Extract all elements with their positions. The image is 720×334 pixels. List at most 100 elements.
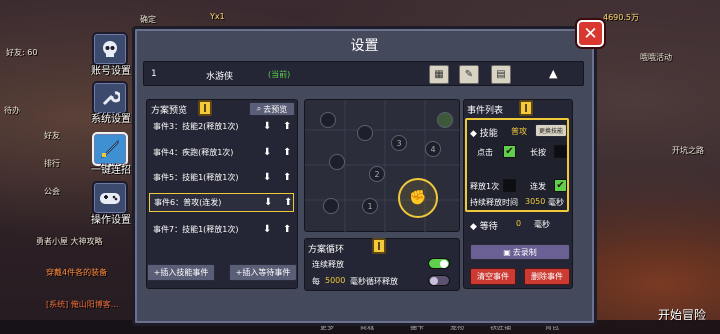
panel-title: 设置 bbox=[350, 38, 379, 54]
continuous-label: 连续释放 bbox=[312, 260, 344, 269]
sidebar-control-tile[interactable] bbox=[92, 181, 128, 215]
every-label: 每 bbox=[312, 277, 320, 286]
release-once-label: 释放1次 bbox=[470, 182, 500, 191]
clipboard-icon: ▤ bbox=[496, 69, 506, 80]
copy-plan-button[interactable]: ▤ bbox=[491, 65, 511, 84]
save-plan-button[interactable]: ▦ bbox=[429, 65, 449, 84]
expand-arrow-icon[interactable]: ▲ bbox=[549, 67, 557, 80]
road-label: 开坑之路 bbox=[672, 146, 704, 155]
map-node[interactable] bbox=[323, 198, 339, 214]
rename-plan-button[interactable]: ✎ bbox=[459, 65, 479, 84]
long-press-label: 长按 bbox=[530, 148, 546, 157]
check-icon: ✔ bbox=[505, 146, 514, 157]
chat-line: [系统] 俺山阳博客... bbox=[46, 300, 119, 309]
move-down-icon[interactable]: ⬇ bbox=[263, 172, 271, 183]
sword-icon bbox=[100, 139, 119, 158]
sidebar-item-system[interactable]: 系统设置 bbox=[86, 110, 136, 125]
plan-index: 1 bbox=[151, 69, 157, 79]
plan-name: 水游侠 bbox=[206, 72, 234, 82]
quest-label: 穿戴4件各的装备 bbox=[46, 268, 108, 277]
delete-event-button[interactable]: 删除事件 bbox=[524, 268, 570, 285]
currency-readout: 4690.5万 bbox=[603, 13, 639, 22]
duration-unit: 毫秒 bbox=[548, 198, 564, 207]
interval-input[interactable]: 5000 bbox=[325, 276, 345, 285]
skull-icon bbox=[103, 41, 117, 57]
release-once-checkbox[interactable] bbox=[503, 179, 516, 192]
insert-skill-button[interactable]: +插入技能事件 bbox=[147, 264, 215, 281]
wait-label: ◆ 等待 bbox=[470, 222, 498, 232]
move-up-icon[interactable]: ⬆ bbox=[283, 172, 291, 183]
multiplier-label: Yx1 bbox=[210, 12, 225, 21]
long-press-checkbox[interactable] bbox=[554, 145, 567, 158]
event-row-7[interactable]: 事件7：技能1(释放1次) ⬇ ⬆ bbox=[149, 220, 294, 239]
check-icon: ✔ bbox=[556, 180, 565, 191]
save-icon: ▦ bbox=[434, 69, 444, 80]
burst-checkbox[interactable]: ✔ bbox=[554, 179, 567, 192]
rank-label: 排行 bbox=[44, 159, 60, 168]
event-row-6-selected[interactable]: 事件6：普攻(连发) ⬇ ⬆ bbox=[149, 193, 294, 212]
move-up-icon[interactable]: ⬆ bbox=[284, 197, 292, 208]
duration-input[interactable]: 3050 bbox=[525, 197, 545, 206]
map-node[interactable] bbox=[320, 112, 336, 128]
plan-selector[interactable]: 1 水游侠 (当前) ▦ ✎ ▤ ▲ bbox=[143, 61, 584, 86]
magnify-icon: ⌕ bbox=[256, 104, 262, 113]
event-row-3[interactable]: 事件3：技能2(释放1次) ⬇ ⬆ bbox=[149, 117, 294, 136]
wait-input[interactable]: 0 bbox=[516, 219, 521, 228]
event-label: 哦哦活动 bbox=[640, 53, 672, 62]
record-icon: ▣ bbox=[503, 247, 511, 257]
friends-label: 好友 bbox=[44, 131, 60, 140]
close-icon: ✕ bbox=[583, 23, 598, 44]
move-up-icon[interactable]: ⬆ bbox=[283, 121, 291, 132]
move-down-icon[interactable]: ⬇ bbox=[263, 224, 271, 235]
map-node[interactable] bbox=[357, 125, 373, 141]
burst-label: 连发 bbox=[530, 182, 546, 191]
change-skill-button[interactable]: 更换技能 bbox=[535, 124, 567, 137]
controller-icon bbox=[100, 193, 120, 204]
map-node[interactable] bbox=[329, 154, 345, 170]
move-down-icon[interactable]: ⬇ bbox=[264, 197, 272, 208]
duration-label: 持续释放时间 bbox=[470, 198, 518, 207]
todo-label: 待办 bbox=[4, 106, 20, 115]
goto-preview-button[interactable]: ⌕ 去预览 bbox=[249, 102, 295, 116]
map-node-2[interactable]: 2 bbox=[369, 166, 385, 182]
continuous-toggle[interactable] bbox=[428, 258, 450, 269]
sidebar-account-tile[interactable] bbox=[92, 32, 128, 66]
map-node-special[interactable] bbox=[437, 112, 453, 128]
map-node-4[interactable]: 4 bbox=[425, 141, 441, 157]
confirm-label: 确定 bbox=[140, 15, 156, 24]
move-up-icon[interactable]: ⬆ bbox=[283, 147, 291, 158]
plan-status: (当前) bbox=[268, 70, 291, 79]
clear-events-button[interactable]: 清空事件 bbox=[470, 268, 516, 285]
sidebar-item-combo[interactable]: 一键连招 bbox=[86, 161, 136, 176]
skill-value: 普攻 bbox=[511, 127, 527, 136]
move-up-icon[interactable]: ⬆ bbox=[283, 224, 291, 235]
event-list-title: 事件列表 bbox=[467, 106, 504, 116]
move-down-icon[interactable]: ⬇ bbox=[263, 147, 271, 158]
interval-unit: 毫秒循环释放 bbox=[350, 277, 398, 286]
fist-icon: ✊ bbox=[409, 190, 427, 206]
skill-label: ◆ 技能 bbox=[470, 129, 498, 139]
tap-checkbox[interactable]: ✔ bbox=[503, 145, 516, 158]
event-row-4[interactable]: 事件4：疾跑(释放1次) ⬇ ⬆ bbox=[149, 143, 294, 162]
loop-toggle[interactable] bbox=[428, 275, 450, 286]
preview-info-icon[interactable] bbox=[198, 100, 212, 116]
insert-wait-button[interactable]: +插入等待事件 bbox=[229, 264, 297, 281]
loop-info-icon[interactable] bbox=[372, 238, 386, 254]
map-node-3[interactable]: 3 bbox=[391, 135, 407, 151]
tap-label: 点击 bbox=[477, 148, 493, 157]
move-down-icon[interactable]: ⬇ bbox=[263, 121, 271, 132]
guild-label: 公会 bbox=[44, 187, 60, 196]
close-button[interactable]: ✕ bbox=[577, 20, 604, 47]
event-list-info-icon[interactable] bbox=[519, 100, 533, 116]
event-row-5[interactable]: 事件5：技能1(释放1次) ⬇ ⬆ bbox=[149, 168, 294, 187]
attack-joystick[interactable]: ✊ bbox=[398, 178, 438, 218]
wait-unit: 毫秒 bbox=[534, 220, 550, 229]
wrench-icon bbox=[102, 91, 120, 106]
map-node-1[interactable]: 1 bbox=[362, 198, 378, 214]
preview-title: 方案预览 bbox=[151, 106, 188, 116]
loop-title: 方案循环 bbox=[308, 245, 345, 255]
strategy-label: 勇者小屋 大神攻略 bbox=[36, 237, 103, 246]
sidebar-item-account[interactable]: 账号设置 bbox=[86, 62, 136, 77]
record-button[interactable]: ▣ 去录制 bbox=[470, 244, 570, 260]
sidebar-item-control[interactable]: 操作设置 bbox=[86, 211, 136, 226]
